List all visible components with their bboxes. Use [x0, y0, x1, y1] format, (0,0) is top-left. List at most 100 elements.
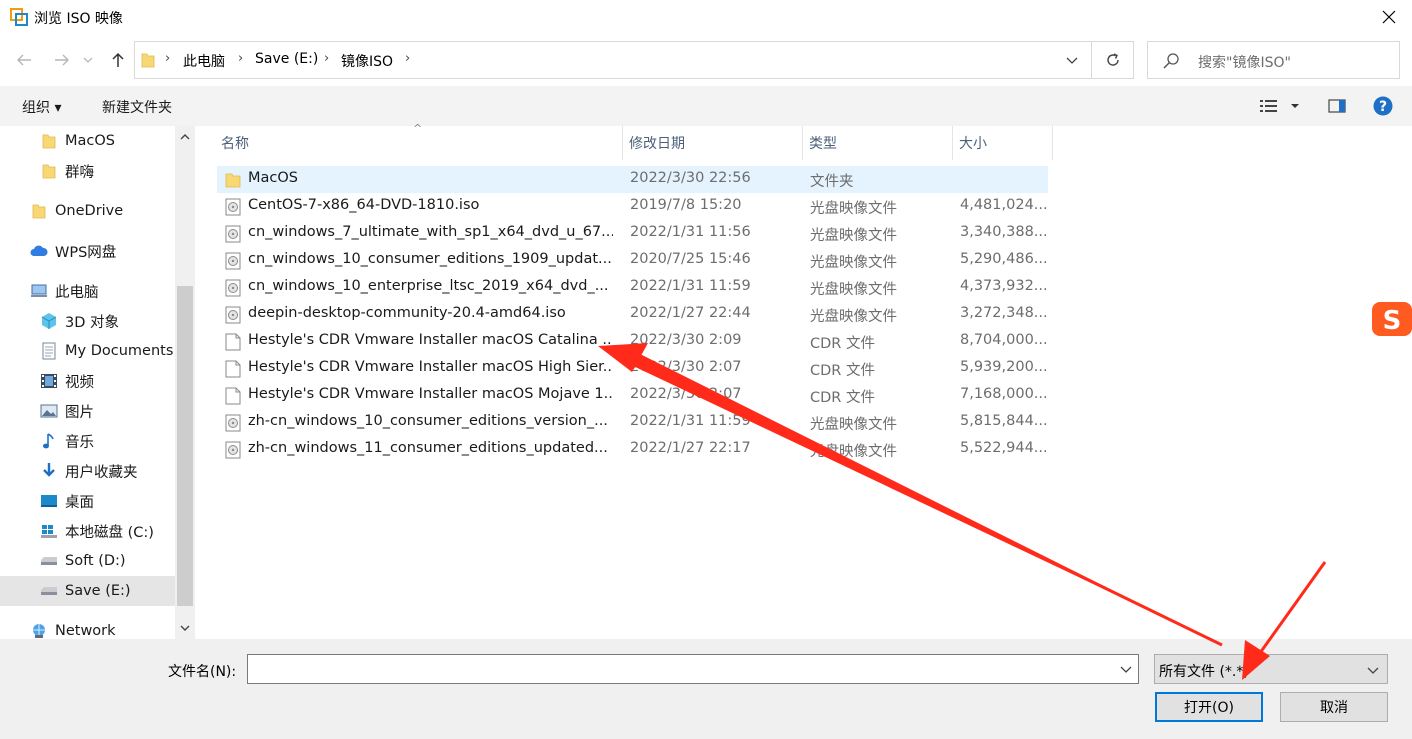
search-icon: [1163, 53, 1179, 69]
column-header-size[interactable]: 大小: [953, 126, 1053, 160]
filename-history-dropdown[interactable]: [1116, 659, 1136, 679]
file-date: 2022/3/30 2:07: [630, 359, 742, 375]
file-row[interactable]: cn_windows_10_consumer_editions_1909_upd…: [217, 247, 1048, 274]
chevron-up-icon: [180, 134, 190, 140]
nav-item-my-documents[interactable]: My Documents: [0, 336, 175, 366]
search-box[interactable]: 搜索"镜像ISO": [1147, 41, 1400, 79]
breadcrumb-this-pc[interactable]: 此电脑: [183, 51, 225, 71]
nav-item-wps-cloud[interactable]: WPS网盘: [0, 236, 175, 266]
disc-image-icon: [225, 306, 241, 324]
file-type-filter[interactable]: 所有文件 (*.*): [1154, 654, 1388, 684]
file-size: 5,815,844...: [960, 413, 1048, 429]
nav-item-desktop[interactable]: 桌面: [0, 486, 175, 516]
nav-item-label: 本地磁盘 (C:): [65, 524, 154, 541]
back-button[interactable]: [12, 48, 36, 72]
file-type: 光盘映像文件: [810, 444, 897, 460]
scroll-thumb[interactable]: [177, 286, 193, 606]
file-row[interactable]: Hestyle's CDR Vmware Installer macOS Hig…: [217, 355, 1048, 382]
breadcrumb-save-drive[interactable]: Save (E:): [255, 51, 318, 67]
file-date: 2022/1/27 22:44: [630, 305, 751, 321]
change-view-button[interactable]: [1256, 94, 1304, 118]
nav-item-macos[interactable]: MacOS: [0, 126, 175, 156]
navigation-row: › 此电脑 › Save (E:) › 镜像ISO › 搜索"镜像ISO": [0, 38, 1412, 82]
disc-image-icon: [225, 198, 241, 216]
sogou-ime-icon[interactable]: S: [1370, 300, 1412, 338]
nav-item-videos[interactable]: 视频: [0, 366, 175, 396]
nav-item-this-pc[interactable]: 此电脑: [0, 276, 175, 306]
forward-button[interactable]: [50, 48, 74, 72]
nav-item-label: Save (E:): [65, 583, 131, 599]
nav-item-3d-objects[interactable]: 3D 对象: [0, 306, 175, 336]
help-button[interactable]: ?: [1372, 94, 1394, 118]
close-button[interactable]: [1366, 0, 1412, 34]
cloud-icon: [30, 242, 48, 260]
recent-locations-button[interactable]: [80, 48, 96, 72]
nav-item-save-e[interactable]: Save (E:): [0, 576, 175, 606]
up-button[interactable]: [106, 48, 130, 72]
filter-value: 所有文件 (*.*): [1159, 664, 1249, 680]
address-history-dropdown[interactable]: [1053, 42, 1091, 78]
nav-item-qunhai[interactable]: 群嗨: [0, 156, 175, 186]
breadcrumb-separator: ›: [165, 51, 171, 66]
file-type: 光盘映像文件: [810, 228, 897, 244]
preview-pane-button[interactable]: [1326, 94, 1348, 118]
computer-icon: [30, 282, 48, 300]
nav-item-local-disk-c[interactable]: 本地磁盘 (C:): [0, 516, 175, 546]
disc-image-icon: [225, 441, 241, 459]
file-row[interactable]: deepin-desktop-community-20.4-amd64.iso …: [217, 301, 1048, 328]
file-row[interactable]: cn_windows_7_ultimate_with_sp1_x64_dvd_u…: [217, 220, 1048, 247]
column-header-date[interactable]: 修改日期: [623, 126, 803, 160]
file-icon: [225, 333, 241, 351]
address-bar[interactable]: › 此电脑 › Save (E:) › 镜像ISO ›: [134, 41, 1092, 79]
file-size: 3,340,388...: [960, 224, 1048, 240]
file-name: Hestyle's CDR Vmware Installer macOS Cat…: [248, 332, 613, 348]
refresh-button[interactable]: [1092, 41, 1134, 79]
nav-item-network[interactable]: Network: [0, 616, 175, 639]
file-name: cn_windows_10_consumer_editions_1909_upd…: [248, 251, 612, 267]
new-folder-button[interactable]: 新建文件夹: [102, 97, 172, 117]
nav-item-label: 图片: [65, 404, 94, 421]
cancel-button[interactable]: 取消: [1280, 692, 1388, 722]
command-bar: 组织 ▾ 新建文件夹 ?: [0, 86, 1412, 126]
nav-item-onedrive[interactable]: OneDrive: [0, 196, 175, 226]
file-row[interactable]: Hestyle's CDR Vmware Installer macOS Cat…: [217, 328, 1048, 355]
nav-item-soft-d[interactable]: Soft (D:): [0, 546, 175, 576]
file-row[interactable]: CentOS-7-x86_64-DVD-1810.iso 2019/7/8 15…: [217, 193, 1048, 220]
scroll-down-button[interactable]: [175, 617, 195, 639]
music-icon: [40, 432, 58, 450]
file-size: 5,290,486...: [960, 251, 1048, 267]
nav-item-label: MacOS: [65, 133, 115, 149]
column-header-type[interactable]: 类型: [803, 126, 953, 160]
file-row[interactable]: cn_windows_10_enterprise_ltsc_2019_x64_d…: [217, 274, 1048, 301]
column-header-name[interactable]: 名称: [215, 126, 623, 160]
file-row[interactable]: zh-cn_windows_10_consumer_editions_versi…: [217, 409, 1048, 436]
file-name: deepin-desktop-community-20.4-amd64.iso: [248, 305, 566, 321]
organize-menu[interactable]: 组织 ▾: [22, 97, 61, 117]
open-button[interactable]: 打开(O): [1155, 692, 1263, 722]
nav-item-music[interactable]: 音乐: [0, 426, 175, 456]
file-type: 光盘映像文件: [810, 417, 897, 433]
disc-image-icon: [225, 252, 241, 270]
scroll-up-button[interactable]: [175, 126, 195, 148]
file-name: zh-cn_windows_10_consumer_editions_versi…: [248, 413, 608, 429]
cube-icon: [40, 312, 58, 330]
nav-item-pictures[interactable]: 图片: [0, 396, 175, 426]
nav-item-label: My Documents: [65, 343, 174, 359]
file-row[interactable]: zh-cn_windows_11_consumer_editions_updat…: [217, 436, 1048, 463]
nav-item-favorites[interactable]: 用户收藏夹: [0, 456, 175, 486]
breadcrumb-iso-folder[interactable]: 镜像ISO: [341, 51, 393, 71]
window-title: 浏览 ISO 映像: [34, 11, 123, 27]
file-row[interactable]: Hestyle's CDR Vmware Installer macOS Moj…: [217, 382, 1048, 409]
nav-item-label: 音乐: [65, 434, 94, 451]
svg-text:S: S: [1383, 306, 1402, 336]
chevron-down-icon: [1291, 104, 1299, 108]
file-name: CentOS-7-x86_64-DVD-1810.iso: [248, 197, 480, 213]
file-type: 光盘映像文件: [810, 255, 897, 271]
file-type: 文件夹: [810, 174, 854, 190]
filename-input[interactable]: [247, 654, 1139, 684]
file-size: 4,481,024...: [960, 197, 1048, 213]
file-type: 光盘映像文件: [810, 309, 897, 325]
filter-dropdown[interactable]: [1363, 660, 1383, 680]
nav-scrollbar[interactable]: [175, 126, 195, 639]
file-row[interactable]: MacOS 2022/3/30 22:56 文件夹: [217, 166, 1048, 193]
